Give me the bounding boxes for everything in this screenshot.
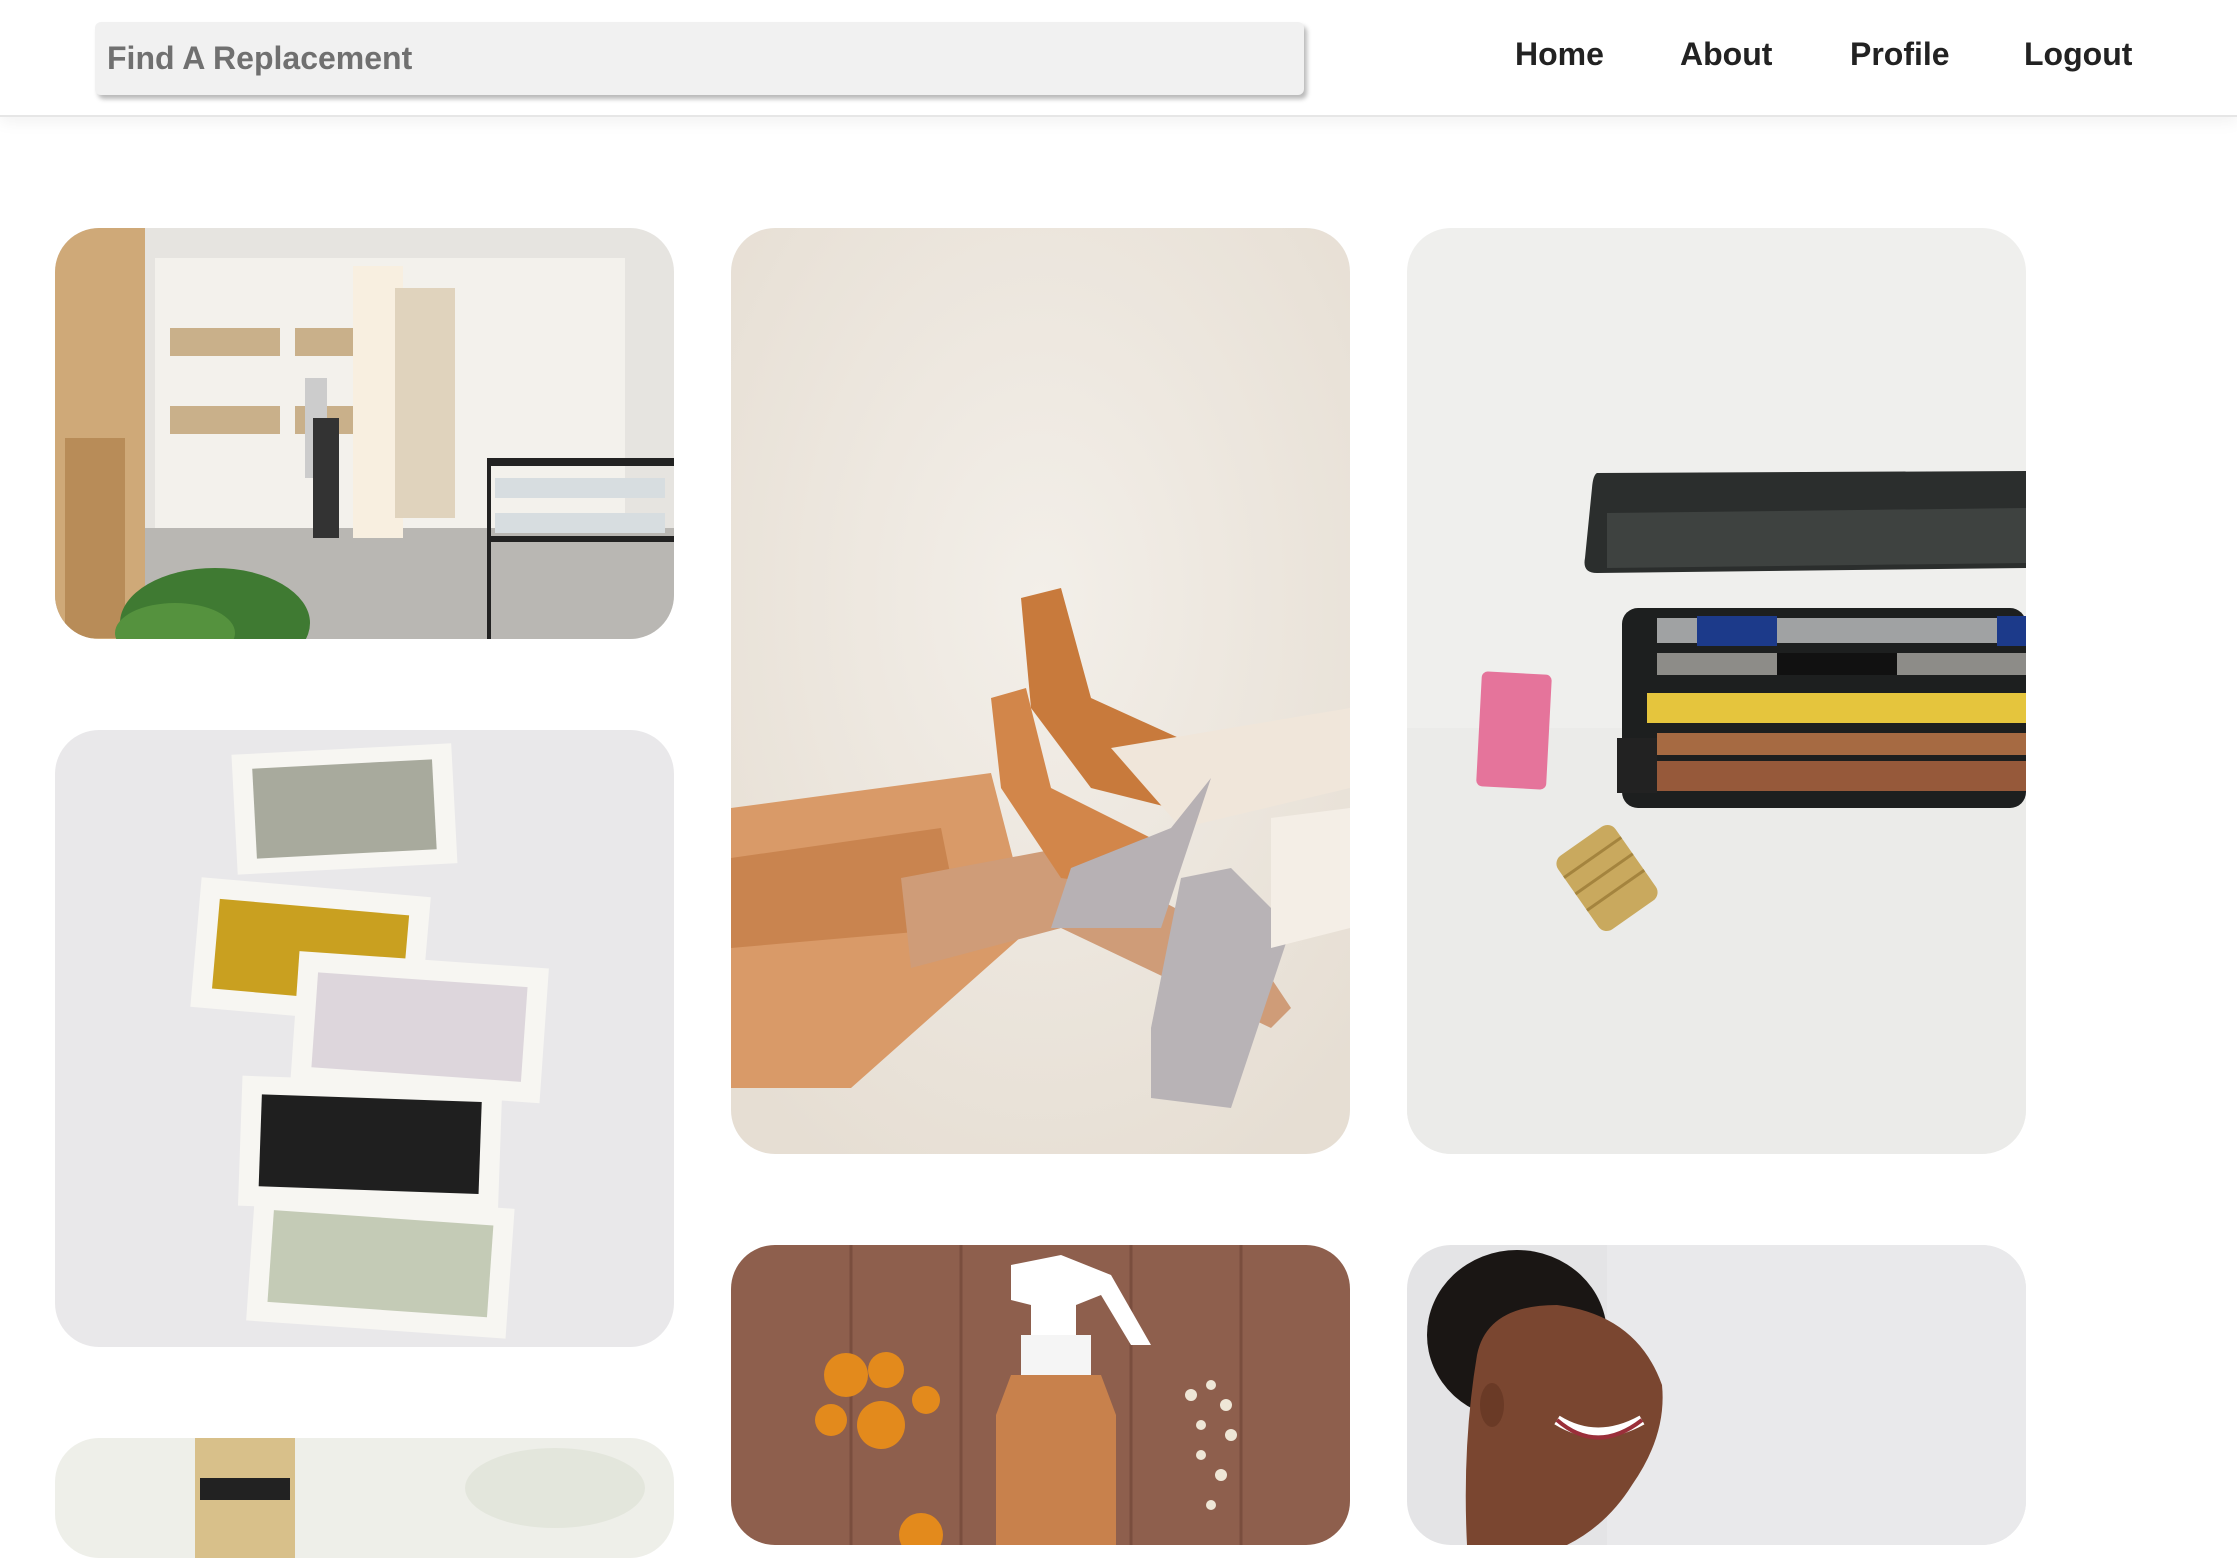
top-navigation-bar: Home About Profile Logout bbox=[0, 0, 2237, 117]
product-card-skincare[interactable] bbox=[1407, 1245, 2026, 1545]
spray-photo bbox=[731, 1245, 1350, 1545]
product-card-bottle[interactable] bbox=[55, 1438, 674, 1558]
bottle-photo bbox=[55, 1438, 674, 1558]
fabric-photo bbox=[55, 730, 674, 1347]
woman-photo bbox=[1407, 1245, 2026, 1545]
nav-link-logout[interactable]: Logout bbox=[2024, 36, 2132, 73]
product-card-shoes[interactable] bbox=[731, 228, 1350, 1154]
nav-link-about[interactable]: About bbox=[1680, 36, 1772, 73]
store-photo bbox=[55, 228, 674, 639]
product-card-fabric[interactable] bbox=[55, 730, 674, 1347]
product-card-spray[interactable] bbox=[731, 1245, 1350, 1545]
nav-link-home[interactable]: Home bbox=[1515, 36, 1604, 73]
nav-link-profile[interactable]: Profile bbox=[1850, 36, 1950, 73]
search-input[interactable] bbox=[95, 22, 1304, 95]
shoes-photo bbox=[731, 228, 1350, 1154]
product-card-pencil-case[interactable] bbox=[1407, 228, 2026, 1154]
product-card-store[interactable] bbox=[55, 228, 674, 639]
pencil-case-photo bbox=[1407, 228, 2026, 1154]
